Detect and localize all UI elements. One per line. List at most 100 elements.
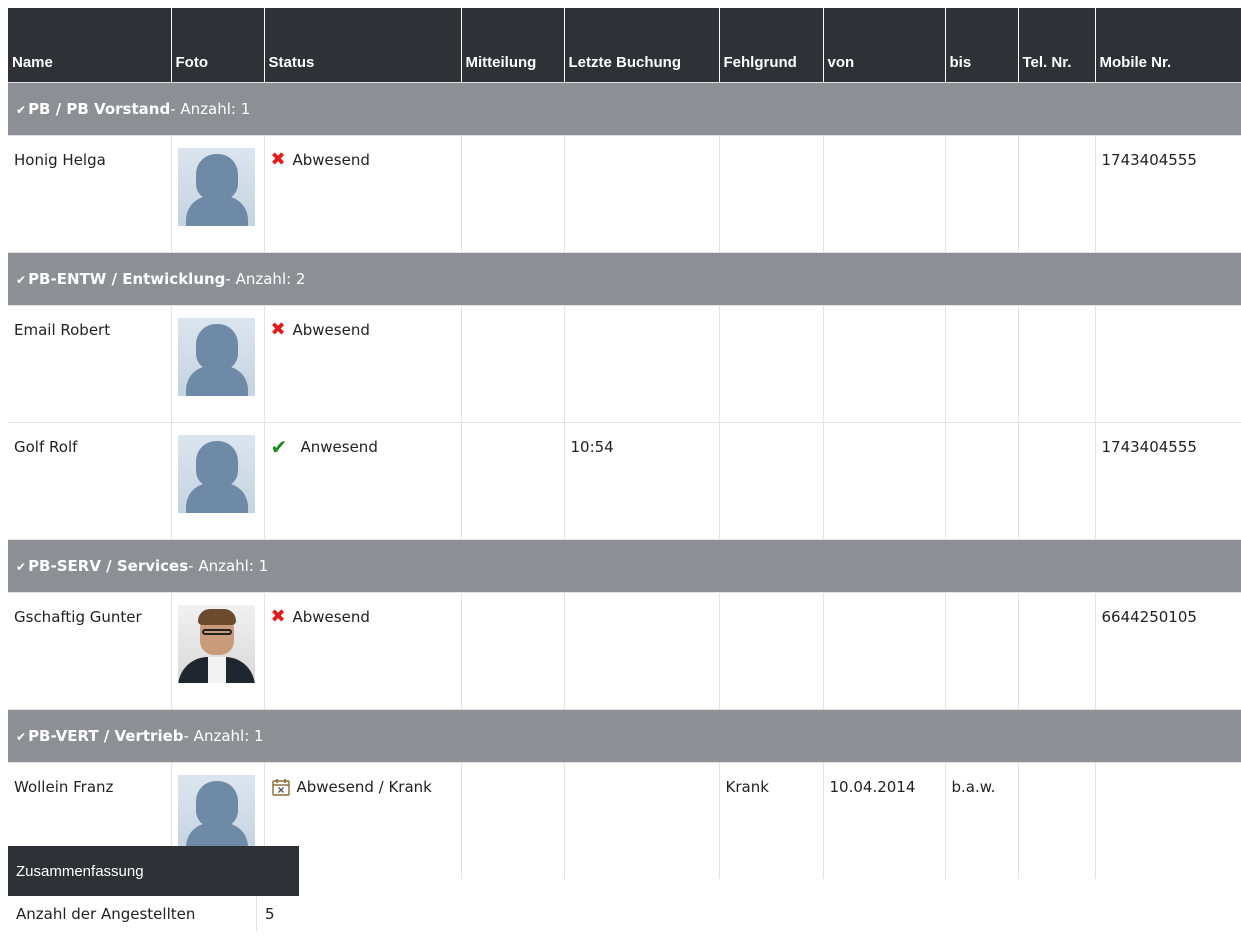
- summary-table: Zusammenfassung Anzahl der Angestellten …: [8, 846, 299, 931]
- letzte-buchung-cell: [564, 135, 720, 253]
- calendar-x-icon: [271, 777, 297, 802]
- tel-cell: [1018, 305, 1096, 423]
- photo-cell: [171, 305, 265, 423]
- status-text: Anwesend: [300, 438, 378, 456]
- table-row: Gschaftig Gunter ✖ Abwesend 6644250105: [8, 592, 1241, 710]
- check-icon: ✔: [270, 435, 288, 459]
- group-header-row[interactable]: ✔ PB / PB Vorstand- Anzahl: 1: [8, 82, 1241, 136]
- von-cell: [823, 422, 946, 540]
- tel-cell: [1018, 135, 1096, 253]
- column-header-name[interactable]: Name: [8, 8, 172, 83]
- summary-title: Zusammenfassung: [8, 846, 299, 896]
- photo-cell: [171, 592, 265, 710]
- group-header-row[interactable]: ✔ PB-ENTW / Entwicklung- Anzahl: 2: [8, 252, 1241, 306]
- photo-cell: [171, 135, 265, 253]
- group-header[interactable]: ✔ PB / PB Vorstand- Anzahl: 1: [8, 82, 1241, 136]
- x-icon: ✖: [270, 319, 286, 340]
- mitteilung-cell: [461, 305, 565, 423]
- mobile-cell: [1095, 762, 1241, 879]
- photo-cell: [171, 422, 265, 540]
- employee-status-page: Name Foto Status Mitteilung Letzte Buchu…: [0, 0, 1241, 945]
- column-header-foto[interactable]: Foto: [171, 8, 265, 83]
- letzte-buchung-cell: [564, 592, 720, 710]
- fehlgrund-cell: [719, 135, 824, 253]
- bis-cell: [945, 135, 1019, 253]
- employee-name: Honig Helga: [8, 135, 172, 253]
- column-header-von[interactable]: von: [823, 8, 946, 83]
- mitteilung-cell: [461, 762, 565, 879]
- von-cell: 10.04.2014: [823, 762, 946, 879]
- column-header-mitteilung[interactable]: Mitteilung: [461, 8, 565, 83]
- group-name: PB-VERT / Vertrieb: [28, 727, 184, 745]
- mobile-cell: 1743404555: [1095, 135, 1241, 253]
- employee-status-table: Name Foto Status Mitteilung Letzte Buchu…: [8, 8, 1241, 879]
- chevron-down-icon[interactable]: ✔: [16, 103, 26, 117]
- tel-cell: [1018, 422, 1096, 540]
- summary-header-row: Zusammenfassung: [8, 846, 299, 896]
- group-header[interactable]: ✔ PB-ENTW / Entwicklung- Anzahl: 2: [8, 252, 1241, 306]
- column-header-fehlgrund[interactable]: Fehlgrund: [719, 8, 824, 83]
- group-header[interactable]: ✔ PB-SERV / Services- Anzahl: 1: [8, 539, 1241, 593]
- table-header-row: Name Foto Status Mitteilung Letzte Buchu…: [8, 8, 1241, 83]
- mitteilung-cell: [461, 592, 565, 710]
- group-name: PB-ENTW / Entwicklung: [28, 270, 226, 288]
- status-cell: ✖ Abwesend: [264, 305, 462, 423]
- chevron-down-icon[interactable]: ✔: [16, 273, 26, 287]
- bis-cell: [945, 592, 1019, 710]
- status-text: Abwesend: [292, 608, 370, 626]
- employee-name: Gschaftig Gunter: [8, 592, 172, 710]
- group-header-row[interactable]: ✔ PB-VERT / Vertrieb- Anzahl: 1: [8, 709, 1241, 763]
- column-header-tel[interactable]: Tel. Nr.: [1018, 8, 1096, 83]
- bis-cell: [945, 422, 1019, 540]
- mobile-cell: 6644250105: [1095, 592, 1241, 710]
- von-cell: [823, 592, 946, 710]
- summary-row: Anzahl der Angestellten 5: [8, 896, 299, 931]
- bis-cell: [945, 305, 1019, 423]
- table-row: Email Robert ✖ Abwesend: [8, 305, 1241, 423]
- column-header-bis[interactable]: bis: [945, 8, 1019, 83]
- letzte-buchung-cell: [564, 762, 720, 879]
- employee-name: Golf Rolf: [8, 422, 172, 540]
- column-header-letzte-buchung[interactable]: Letzte Buchung: [564, 8, 720, 83]
- summary-label: Anzahl der Angestellten: [8, 896, 257, 931]
- status-text: Abwesend: [292, 151, 370, 169]
- group-count: - Anzahl: 1: [183, 727, 264, 745]
- von-cell: [823, 135, 946, 253]
- mobile-cell: [1095, 305, 1241, 423]
- status-text: Abwesend / Krank: [296, 778, 432, 796]
- fehlgrund-cell: [719, 305, 824, 423]
- employee-photo: [177, 605, 255, 683]
- table-row: Honig Helga ✖ Abwesend 1743404555: [8, 135, 1241, 253]
- group-count: - Anzahl: 1: [170, 100, 251, 118]
- bis-cell: b.a.w.: [945, 762, 1019, 879]
- status-cell: ✖ Abwesend: [264, 135, 462, 253]
- group-header-row[interactable]: ✔ PB-SERV / Services- Anzahl: 1: [8, 539, 1241, 593]
- x-icon: ✖: [270, 149, 286, 170]
- letzte-buchung-cell: [564, 305, 720, 423]
- tel-cell: [1018, 762, 1096, 879]
- letzte-buchung-cell: 10:54: [564, 422, 720, 540]
- tel-cell: [1018, 592, 1096, 710]
- chevron-down-icon[interactable]: ✔: [16, 560, 26, 574]
- mobile-cell: 1743404555: [1095, 422, 1241, 540]
- column-header-mobile[interactable]: Mobile Nr.: [1095, 8, 1241, 83]
- x-icon: ✖: [270, 606, 286, 627]
- group-name: PB / PB Vorstand: [28, 100, 171, 118]
- fehlgrund-cell: [719, 422, 824, 540]
- chevron-down-icon[interactable]: ✔: [16, 730, 26, 744]
- fehlgrund-cell: Krank: [719, 762, 824, 879]
- employee-name: Email Robert: [8, 305, 172, 423]
- avatar-placeholder-icon: [177, 435, 255, 513]
- group-count: - Anzahl: 2: [225, 270, 306, 288]
- column-header-status[interactable]: Status: [264, 8, 462, 83]
- status-cell: ✔ Anwesend: [264, 422, 462, 540]
- avatar-placeholder-icon: [177, 148, 255, 226]
- status-cell: ✖ Abwesend: [264, 592, 462, 710]
- status-text: Abwesend: [292, 321, 370, 339]
- group-header[interactable]: ✔ PB-VERT / Vertrieb- Anzahl: 1: [8, 709, 1241, 763]
- von-cell: [823, 305, 946, 423]
- avatar-placeholder-icon: [177, 318, 255, 396]
- summary-value: 5: [265, 904, 275, 923]
- group-count: - Anzahl: 1: [188, 557, 269, 575]
- fehlgrund-cell: [719, 592, 824, 710]
